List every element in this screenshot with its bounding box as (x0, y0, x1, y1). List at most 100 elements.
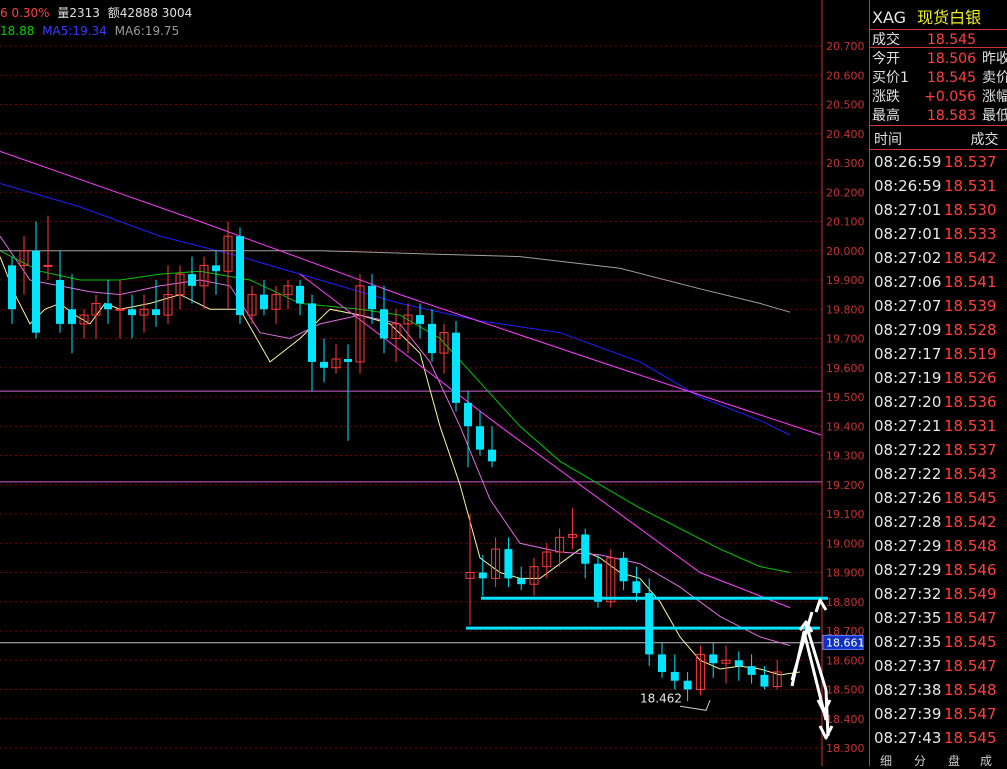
tick-header-time: 时间 (874, 132, 902, 148)
candle-body (43, 264, 53, 267)
tick-time: 08:27:20 (874, 393, 942, 411)
tick-row[interactable]: 08:27:22 18.543 (874, 465, 997, 489)
ma-line (0, 250, 791, 573)
tick-price: 18.542 (944, 249, 997, 267)
quote-row-bid: 买价1 18.545 卖价 (872, 70, 1007, 86)
low-price-label: 18.462 (640, 691, 682, 705)
tick-row[interactable]: 08:27:02 18.542 (874, 249, 997, 273)
candle-body (464, 402, 472, 427)
candle-body (115, 308, 125, 311)
tick-price: 18.547 (944, 609, 997, 627)
tick-header-price: 成交 (970, 132, 999, 148)
tab-minute[interactable]: 分 (914, 752, 926, 769)
tick-row[interactable]: 08:27:32 18.549 (874, 585, 997, 609)
y-tick-label: 19.600 (826, 362, 865, 375)
tick-row[interactable]: 08:27:17 18.519 (874, 345, 997, 369)
candle-body (517, 578, 526, 585)
tick-row[interactable]: 08:27:37 18.547 (874, 657, 997, 681)
candle-body (594, 563, 602, 602)
candle-body (260, 294, 268, 310)
tick-price: 18.549 (944, 585, 997, 603)
tick-row[interactable]: 08:27:28 18.542 (874, 513, 997, 537)
ma-left-value: 18.88 (0, 24, 35, 38)
tick-price: 18.545 (944, 633, 997, 651)
tick-row[interactable]: 08:27:01 18.530 (874, 201, 997, 225)
y-tick-label: 18.600 (826, 654, 865, 667)
tick-row[interactable]: 08:27:09 18.528 (874, 321, 997, 345)
quote-tabs: 细 分 盘 成 (870, 752, 1007, 769)
ma-line (299, 273, 791, 609)
tick-row[interactable]: 08:27:43 18.545 (874, 729, 997, 753)
tick-row[interactable]: 08:27:29 18.548 (874, 537, 997, 561)
tick-row[interactable]: 08:26:59 18.537 (874, 153, 997, 177)
tab-trades[interactable]: 成 (980, 752, 992, 769)
arrow-head-up-2 (814, 598, 828, 613)
tick-price: 18.531 (944, 417, 997, 435)
y-tick-label: 19.000 (826, 537, 865, 550)
tick-row[interactable]: 08:27:20 18.536 (874, 393, 997, 417)
candlestick-chart[interactable]: 20.700 20.600 20.500 20.400 20.300 20.200 20.1… (0, 0, 869, 766)
tick-time: 08:26:59 (874, 177, 942, 195)
quote-title: XAG 现货白银 (872, 4, 981, 28)
tick-time: 08:27:01 (874, 201, 942, 219)
candle-body (476, 426, 484, 450)
y-tick-label: 18.400 (826, 713, 865, 726)
ma-line (0, 150, 822, 436)
tick-row[interactable]: 08:27:19 18.526 (874, 369, 997, 393)
y-tick-label: 20.600 (826, 69, 865, 82)
tick-price: 18.548 (944, 537, 997, 555)
tick-row[interactable]: 08:27:29 18.546 (874, 561, 997, 585)
quote-row-change: 涨跌 +0.056 涨幅 (872, 89, 1007, 105)
tab-detail[interactable]: 细 (880, 752, 892, 769)
candle-body (416, 315, 424, 324)
candle-body (236, 236, 244, 316)
quote-row-last: 成交 18.545 (872, 32, 976, 48)
tick-row[interactable]: 08:27:39 18.547 (874, 705, 997, 729)
candle-body (428, 323, 436, 354)
y-tick-label: 20.100 (826, 216, 865, 229)
tick-price: 18.541 (944, 273, 997, 291)
tick-price: 18.545 (944, 489, 997, 507)
tick-time: 08:27:09 (874, 321, 942, 339)
tab-book[interactable]: 盘 (948, 752, 960, 769)
tick-price: 18.546 (944, 561, 997, 579)
y-tick-label: 19.200 (826, 479, 865, 492)
tick-price: 18.519 (944, 345, 997, 363)
symbol-code: XAG (872, 8, 907, 27)
tick-time: 08:27:01 (874, 225, 942, 243)
tick-time: 08:27:43 (874, 729, 942, 747)
tick-time: 08:27:21 (874, 417, 942, 435)
tick-row[interactable]: 08:27:22 18.537 (874, 441, 997, 465)
tick-row[interactable]: 08:26:59 18.531 (874, 177, 997, 201)
tick-header: 时间 成交 (874, 129, 998, 149)
tick-time: 08:27:26 (874, 489, 942, 507)
tick-price: 18.542 (944, 513, 997, 531)
tick-row[interactable]: 08:27:26 18.545 (874, 489, 997, 513)
tick-time: 08:27:38 (874, 681, 942, 699)
tick-row[interactable]: 08:27:35 18.545 (874, 633, 997, 657)
candle-body (296, 285, 304, 304)
tick-time: 08:27:17 (874, 345, 942, 363)
candle-body (368, 285, 376, 310)
tick-row[interactable]: 08:27:21 18.531 (874, 417, 997, 441)
y-tick-label: 18.500 (826, 684, 865, 697)
tick-row[interactable]: 08:27:38 18.548 (874, 681, 997, 705)
tick-row[interactable]: 08:27:06 18.541 (874, 273, 997, 297)
tick-price: 18.547 (944, 705, 997, 723)
tick-time: 08:27:19 (874, 369, 942, 387)
tick-row[interactable]: 08:27:35 18.547 (874, 609, 997, 633)
tick-row[interactable]: 08:27:07 18.539 (874, 297, 997, 321)
tick-row[interactable]: 08:27:01 18.533 (874, 225, 997, 249)
y-tick-label: 18.900 (826, 567, 865, 580)
ma-legend: 18.88 MA5:19.34 MA6:19.75 (0, 24, 179, 38)
y-tick-label: 20.200 (826, 186, 865, 199)
candle-body (734, 660, 743, 667)
tick-price: 18.528 (944, 321, 997, 339)
low-marker-line (679, 700, 711, 711)
tick-time: 08:27:39 (874, 705, 942, 723)
chart-canvas[interactable]: 20.700 20.600 20.500 20.400 20.300 20.200 20.1… (0, 0, 869, 766)
tick-time: 08:27:29 (874, 561, 942, 579)
ma-line (0, 250, 791, 313)
y-tick-label: 19.700 (826, 333, 865, 346)
ma-line (0, 235, 791, 647)
